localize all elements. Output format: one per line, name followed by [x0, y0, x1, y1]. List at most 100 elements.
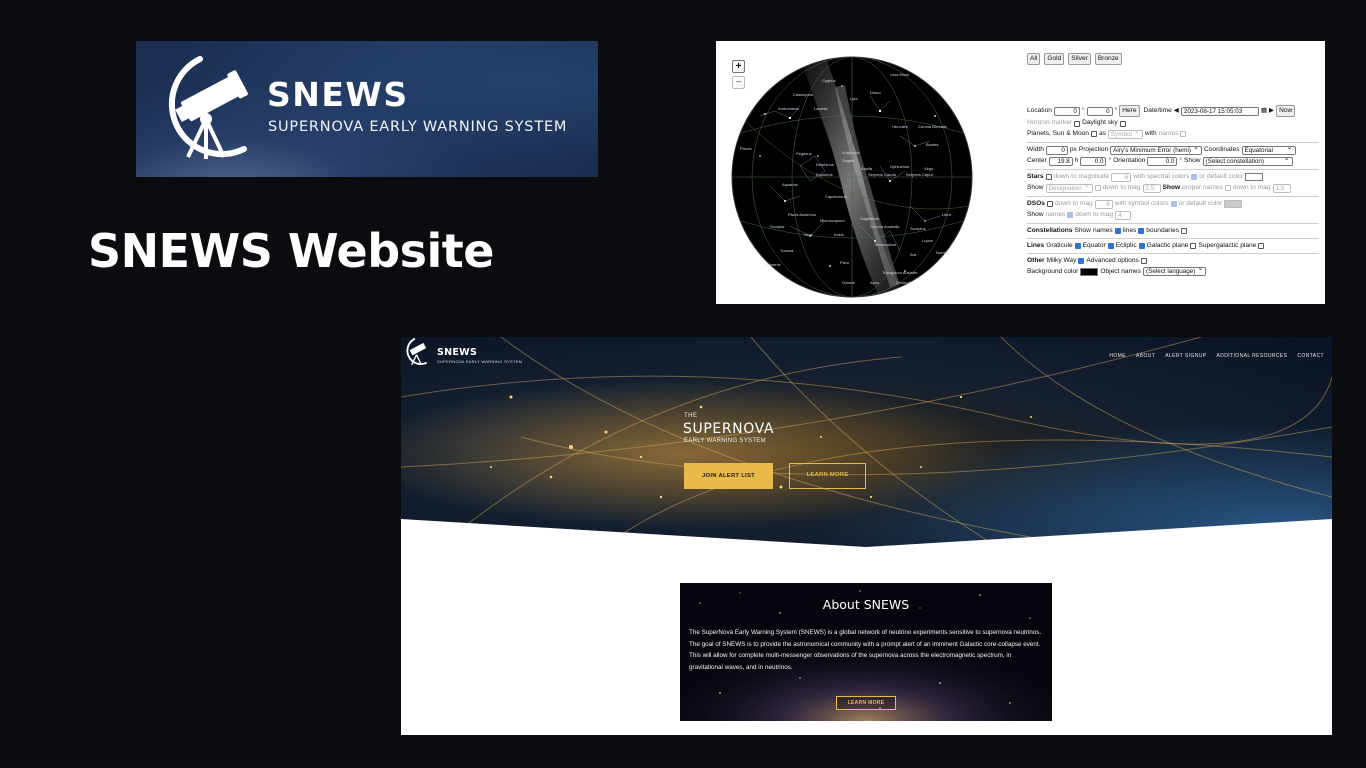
degree-symbol: °: [1108, 157, 1112, 165]
designation-mag-input[interactable]: 2.5: [1142, 183, 1161, 193]
nav-about[interactable]: ABOUT: [1136, 353, 1155, 359]
horizon-marker-label: Horizon marker: [1027, 119, 1073, 127]
width-input[interactable]: 0: [1045, 145, 1068, 155]
ecliptic-checkbox[interactable]: [1138, 243, 1145, 250]
symbol-colors-label: with symbol colors: [1114, 200, 1169, 208]
orientation-label: Orientation: [1113, 157, 1146, 165]
equator-checkbox[interactable]: [1107, 243, 1114, 250]
coordinates-select[interactable]: Equatorial: [1241, 144, 1296, 155]
center-label: Center: [1027, 157, 1047, 165]
tab-silver[interactable]: Silver: [1068, 53, 1091, 66]
constellation-label: Equuleus: [816, 172, 833, 177]
stars-magnitude-input[interactable]: 6: [1111, 172, 1132, 182]
nav-contact[interactable]: CONTACT: [1297, 353, 1324, 359]
orientation-input[interactable]: 0.0: [1147, 156, 1178, 166]
planet-symbol-select[interactable]: Symbol: [1107, 128, 1143, 139]
constellation-label: Serpens Cauda: [868, 172, 897, 177]
constellation-label: Libra: [942, 212, 952, 217]
website-screenshot: SNEWS SUPERNOVA EARLY WARNING SYSTEM HOM…: [401, 337, 1332, 735]
proper-mag-input[interactable]: 1.5: [1272, 183, 1291, 193]
tab-gold[interactable]: Gold: [1044, 53, 1065, 66]
nav-home[interactable]: HOME: [1109, 353, 1126, 359]
constellation-label: Sculptor: [770, 224, 785, 229]
designation-checkbox[interactable]: [1094, 185, 1101, 192]
dsos-checkbox[interactable]: [1046, 201, 1053, 208]
advanced-options-checkbox[interactable]: [1140, 258, 1147, 265]
with-label: with: [1144, 130, 1157, 138]
sky-chart[interactable]: Cygnus Cassiopeia Andromeda Lacerta Drac…: [730, 56, 974, 298]
telescope-icon[interactable]: [401, 337, 431, 367]
constellation-label: Pegasus: [796, 151, 812, 156]
stars-color-swatch[interactable]: [1244, 173, 1263, 182]
now-button[interactable]: Now: [1276, 105, 1296, 118]
constellation-names-checkbox[interactable]: [1114, 227, 1121, 234]
galactic-plane-checkbox[interactable]: [1190, 243, 1197, 250]
longitude-input[interactable]: 0: [1086, 106, 1113, 116]
spectral-colors-checkbox[interactable]: [1191, 174, 1198, 181]
join-alert-list-button[interactable]: JOIN ALERT LIST: [684, 463, 773, 489]
calendar-icon[interactable]: ▦: [1261, 107, 1267, 115]
constellation-label: Octans: [842, 280, 855, 285]
supergalactic-plane-checkbox[interactable]: [1258, 243, 1265, 250]
galactic-plane-label: Galactic plane: [1146, 241, 1189, 249]
constellation-label: Corona Borealis: [918, 124, 947, 129]
dso-mag-input[interactable]: 6: [1094, 199, 1113, 209]
constellation-label: Ara: [910, 252, 917, 257]
skymap-panel: + − Cygnus Cassiopeia Andromeda Lacerta …: [716, 41, 1325, 304]
slide-title: SNEWS Website: [88, 224, 495, 278]
location-label: Location: [1027, 107, 1052, 115]
stars-show-label: Show: [1027, 184, 1044, 192]
snews-logo-banner: SNEWS SUPERNOVA EARLY WARNING SYSTEM: [136, 41, 598, 177]
center-hour-input[interactable]: 19.8: [1048, 156, 1073, 166]
prev-arrow-icon[interactable]: ◀: [1174, 107, 1179, 115]
hero-title: SUPERNOVA: [683, 421, 775, 437]
dso-names-mag-input[interactable]: 4: [1115, 210, 1132, 220]
constellation-label: Microscopium: [820, 218, 845, 223]
lines-label: Lines: [1027, 241, 1045, 249]
ecliptic-label: Ecliptic: [1115, 241, 1137, 249]
latitude-input[interactable]: 0: [1053, 106, 1080, 116]
constellation-label: Ursa Minor: [890, 72, 910, 77]
language-select[interactable]: (Select language): [1143, 265, 1207, 277]
constellation-select[interactable]: (Select constellation): [1202, 155, 1293, 166]
about-learn-more-button[interactable]: LEARN MORE: [836, 696, 896, 710]
graticule-checkbox[interactable]: [1074, 243, 1081, 250]
constellation-label: Pavo: [840, 260, 850, 265]
constellation-label: Tucana: [780, 248, 794, 253]
stars-default-color-label: or default color: [1199, 173, 1243, 181]
constellation-label: Indus: [834, 232, 844, 237]
stars-checkbox[interactable]: [1045, 174, 1052, 181]
datetime-input[interactable]: 2023-08-17 15:05:03: [1180, 106, 1259, 116]
designation-select[interactable]: Designation: [1045, 182, 1093, 193]
planet-names-checkbox[interactable]: [1180, 131, 1187, 138]
planets-checkbox[interactable]: [1090, 131, 1097, 138]
here-button[interactable]: Here: [1119, 105, 1140, 118]
constellation-lines-checkbox[interactable]: [1138, 227, 1145, 234]
nav-alert-signup[interactable]: ALERT SIGNUP: [1165, 353, 1206, 359]
site-brand[interactable]: SNEWS: [437, 347, 477, 358]
width-label: Width: [1027, 146, 1044, 154]
next-arrow-icon[interactable]: ▶: [1269, 107, 1274, 115]
projection-select[interactable]: Airy's Minimum Error (hemi): [1110, 144, 1202, 155]
constellation-label: Capricornus: [825, 194, 847, 199]
other-label: Other: [1027, 257, 1045, 265]
proper-names-checkbox[interactable]: [1224, 185, 1231, 192]
tab-bronze[interactable]: Bronze: [1094, 53, 1122, 66]
constellation-boundaries-checkbox[interactable]: [1180, 227, 1187, 234]
nav-additional-resources[interactable]: ADDITIONAL RESOURCES: [1217, 353, 1288, 359]
skymap-controls: All Gold Silver Bronze Location 0 ° 0 ° He…: [1027, 53, 1319, 278]
tab-all[interactable]: All: [1027, 53, 1041, 66]
constellation-label: Circinus: [896, 280, 910, 285]
milky-way-checkbox[interactable]: [1078, 258, 1085, 265]
dso-mag-label: down to mag: [1054, 200, 1093, 208]
background-color-swatch[interactable]: [1080, 267, 1099, 276]
horizon-marker-checkbox[interactable]: [1074, 120, 1081, 127]
daylight-checkbox[interactable]: [1119, 120, 1126, 127]
symbol-colors-checkbox[interactable]: [1170, 201, 1177, 208]
milky-way-label: Milky Way: [1046, 257, 1077, 265]
dso-names-checkbox[interactable]: [1067, 212, 1074, 219]
learn-more-button[interactable]: LEARN MORE: [789, 463, 866, 489]
dso-names-mag-label: down to mag: [1075, 211, 1114, 219]
center-degree-input[interactable]: 0.0: [1080, 156, 1107, 166]
dso-color-swatch[interactable]: [1224, 200, 1243, 209]
